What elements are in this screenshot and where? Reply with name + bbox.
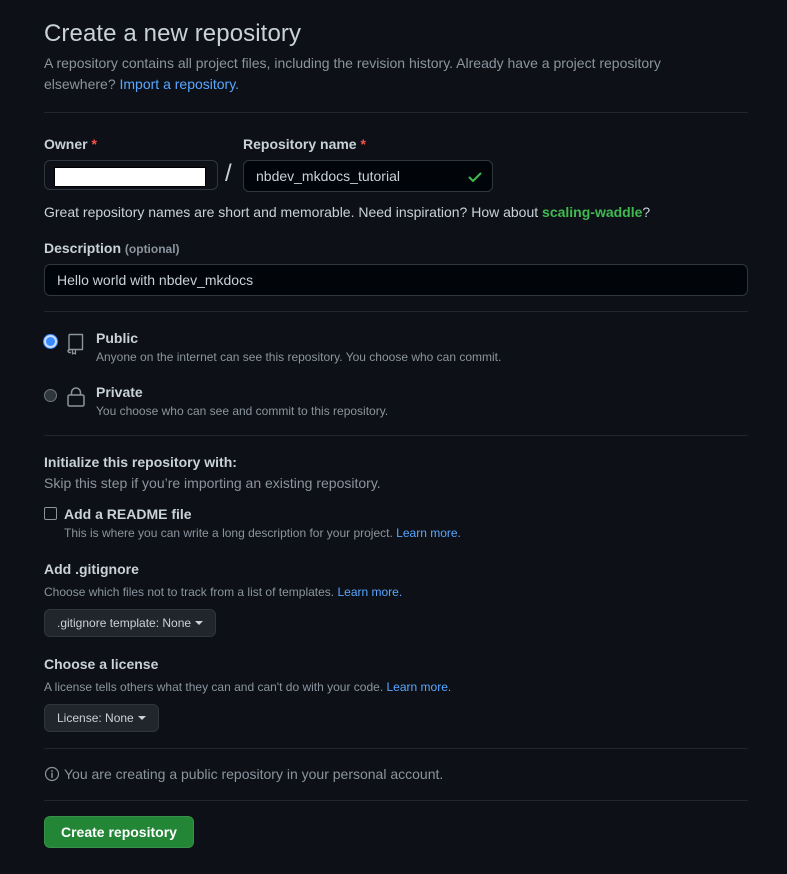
private-description: You choose who can see and commit to thi… xyxy=(96,404,389,418)
required-mark: * xyxy=(360,136,366,152)
repo-name-label-text: Repository name xyxy=(243,136,357,152)
gitignore-template-label: .gitignore template: None xyxy=(57,616,192,630)
owner-repo-separator: / xyxy=(225,160,232,187)
divider xyxy=(44,800,748,801)
repo-name-input[interactable]: nbdev_mkdocs_tutorial xyxy=(243,160,493,192)
description-input[interactable]: Hello world with nbdev_mkdocs xyxy=(44,264,748,296)
gitignore-description: Choose which files not to track from a l… xyxy=(44,585,402,599)
hint-suffix: ? xyxy=(642,204,651,220)
page-subtitle: A repository contains all project files,… xyxy=(44,53,724,95)
owner-label: Owner * xyxy=(44,136,97,152)
license-select-label: License: None xyxy=(57,711,134,725)
visibility-info: You are creating a public repository in … xyxy=(44,766,443,782)
private-title: Private xyxy=(96,384,143,400)
info-text: You are creating a public repository in … xyxy=(64,766,444,782)
owner-label-text: Owner xyxy=(44,136,88,152)
initialize-subtitle: Skip this step if you’re importing an ex… xyxy=(44,475,381,491)
repo-name-label: Repository name * xyxy=(243,136,366,152)
required-mark: * xyxy=(91,136,97,152)
import-repository-link[interactable]: Import a repository. xyxy=(120,76,240,92)
hint-text: Great repository names are short and mem… xyxy=(44,204,539,220)
info-icon xyxy=(44,766,60,782)
readme-label[interactable]: Add a README file xyxy=(64,506,192,522)
name-suggestion-link[interactable]: scaling-waddle xyxy=(542,204,642,220)
repo-name-value: nbdev_mkdocs_tutorial xyxy=(256,168,400,184)
repo-name-hint: Great repository names are short and mem… xyxy=(44,204,650,220)
gitignore-title: Add .gitignore xyxy=(44,561,139,577)
owner-redacted-value xyxy=(54,167,206,187)
description-value: Hello world with nbdev_mkdocs xyxy=(57,272,254,288)
license-select[interactable]: License: None xyxy=(44,704,159,732)
readme-learn-more-link[interactable]: Learn more. xyxy=(396,526,461,540)
public-radio[interactable] xyxy=(44,335,57,348)
readme-checkbox[interactable] xyxy=(44,507,57,520)
divider xyxy=(44,435,748,436)
create-repository-button[interactable]: Create repository xyxy=(44,816,194,848)
public-title: Public xyxy=(96,330,139,346)
public-description: Anyone on the internet can see this repo… xyxy=(96,350,502,364)
repo-icon xyxy=(67,333,84,355)
license-description: A license tells others what they can and… xyxy=(44,680,451,694)
gitignore-learn-more-link[interactable]: Learn more. xyxy=(337,585,402,599)
owner-select[interactable] xyxy=(44,160,218,190)
readme-description: This is where you can write a long descr… xyxy=(64,526,461,540)
private-radio[interactable] xyxy=(44,389,57,402)
license-title: Choose a license xyxy=(44,656,159,672)
page-title: Create a new repository xyxy=(44,20,302,47)
chevron-down-icon xyxy=(137,715,146,720)
readme-desc-text: This is where you can write a long descr… xyxy=(64,526,393,540)
check-icon xyxy=(468,172,482,182)
divider xyxy=(44,748,748,749)
license-learn-more-link[interactable]: Learn more. xyxy=(387,680,452,694)
description-label-text: Description xyxy=(44,240,122,256)
gitignore-desc-text: Choose which files not to track from a l… xyxy=(44,585,335,599)
gitignore-template-select[interactable]: .gitignore template: None xyxy=(44,609,217,637)
divider xyxy=(44,311,748,312)
optional-tag: (optional) xyxy=(124,242,180,256)
license-desc-text: A license tells others what they can and… xyxy=(44,680,384,694)
description-label: Description (optional) xyxy=(44,240,180,256)
lock-icon xyxy=(67,387,85,407)
divider xyxy=(44,112,748,113)
chevron-down-icon xyxy=(195,620,204,625)
initialize-title: Initialize this repository with: xyxy=(44,454,237,470)
